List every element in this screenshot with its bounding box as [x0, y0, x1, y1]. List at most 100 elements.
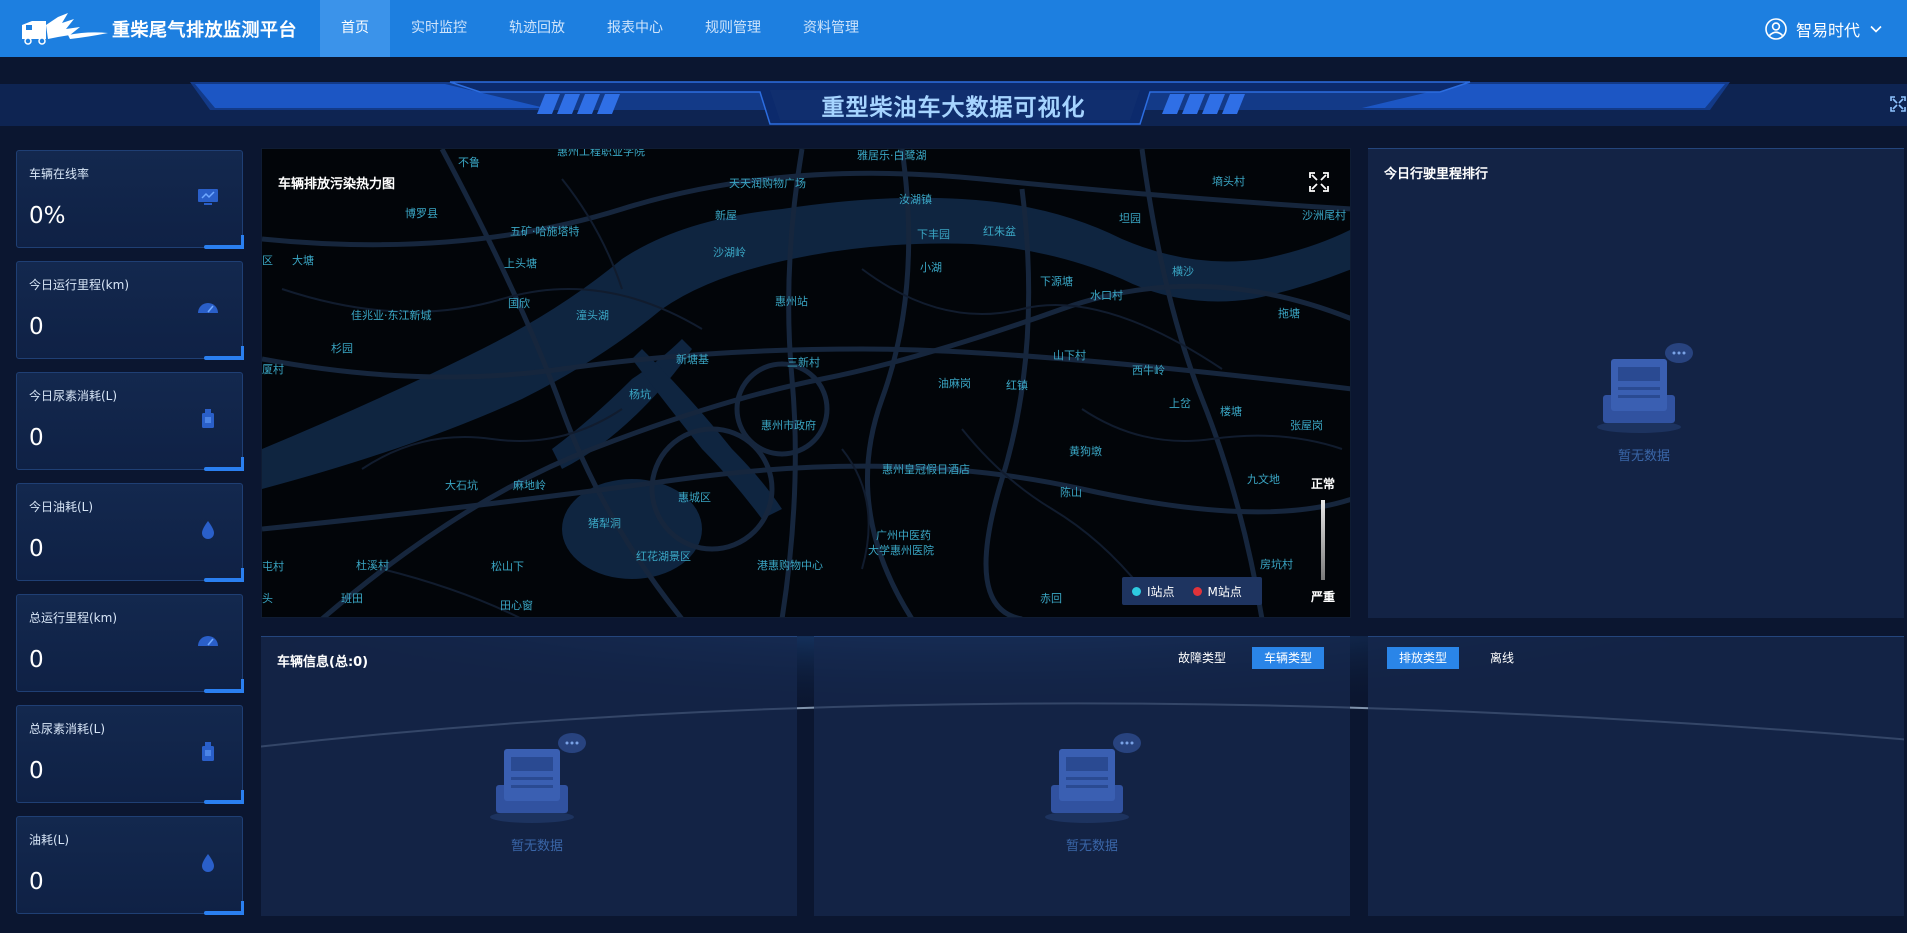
no-data-icon [1597, 343, 1693, 433]
map-place-label: 新塘基 [676, 353, 709, 366]
map-place-label: 广州中医药 [876, 529, 931, 542]
urea-canister-icon [202, 409, 214, 428]
top-navigation-bar: 重柴尾气排放监测平台 首页 实时监控 轨迹回放 报表中心 规则管理 资料管理 智… [0, 0, 1907, 57]
nav-report-center[interactable]: 报表中心 [586, 0, 684, 57]
tab-emission-type[interactable]: 排放类型 [1387, 647, 1460, 669]
map-place-label: 天天润购物广场 [729, 177, 806, 190]
stat-label: 今日尿素消耗(L) [29, 389, 118, 403]
map-place-label: 墒头村 [1212, 175, 1245, 188]
map-place-label: 房坑村 [1260, 558, 1293, 571]
tab-offline[interactable]: 离线 [1478, 647, 1526, 669]
speedometer-icon [198, 303, 218, 313]
stat-label: 总运行里程(km) [29, 611, 118, 625]
map-place-label: 楼塘 [1220, 405, 1242, 418]
nav-rule-management[interactable]: 规则管理 [684, 0, 782, 57]
stat-value: 0 [29, 314, 44, 340]
stat-card-total-urea: 总尿素消耗(L) 0 [16, 705, 244, 804]
map-place-label: 屯村 [262, 560, 284, 573]
map-place-label: 小湖 [920, 261, 942, 274]
nav-data-management[interactable]: 资料管理 [782, 0, 880, 57]
map-place-label: 惠州站 [775, 295, 808, 308]
empty-text: 暂无数据 [1617, 449, 1670, 464]
map-place-label: 坦园 [1119, 212, 1141, 225]
map-place-label: 厦村 [262, 363, 284, 376]
map-place-label: 红镇 [1006, 379, 1028, 392]
stat-value: 0 [29, 647, 44, 673]
map-place-label: 九文地 [1247, 473, 1280, 486]
speedometer-icon [198, 636, 218, 646]
i-station-dot [1132, 586, 1141, 596]
stat-value: 0% [29, 203, 66, 229]
no-data-icon [490, 733, 586, 823]
map-place-label: 红花湖景区 [636, 550, 691, 563]
map-place-label: 松山下 [491, 560, 524, 573]
pollution-scale-legend: 正常 严重 [1308, 475, 1338, 605]
stat-card-today-urea: 今日尿素消耗(L) 0 [16, 372, 244, 471]
map-place-label: 惠州皇冠假日酒店 [882, 463, 970, 476]
main-nav: 首页 实时监控 轨迹回放 报表中心 规则管理 资料管理 [320, 0, 880, 57]
stat-label: 总尿素消耗(L) [29, 722, 106, 736]
map-place-label: 杨坑 [629, 388, 651, 401]
station-legend: I站点 M站点 [1122, 577, 1262, 605]
map-place-label: 沙湖岭 [713, 246, 746, 259]
map-place-label: 港惠购物中心 [757, 559, 823, 572]
fullscreen-icon[interactable] [1889, 95, 1907, 113]
map-place-label: 下丰园 [917, 228, 950, 241]
stat-label: 今日油耗(L) [29, 500, 94, 514]
expand-icon[interactable] [1308, 171, 1330, 193]
map-place-label: 班田 [341, 592, 363, 605]
empty-text: 暂无数据 [1065, 839, 1118, 854]
stat-label: 车辆在线率 [29, 167, 90, 181]
heatmap-map[interactable]: 车辆排放污染热力图 惠州工程职业学院 不鲁 雅居乐·白鹭湖 天天润购物广场 墒头… [261, 148, 1351, 618]
map-place-label: 博罗县 [405, 207, 438, 220]
map-place-label: 上头塘 [504, 257, 537, 270]
stat-value: 0 [29, 869, 44, 895]
m-station-label[interactable]: M站点 [1208, 583, 1242, 600]
map-place-label: 汝湖镇 [899, 193, 932, 206]
brand[interactable]: 重柴尾气排放监测平台 [0, 11, 320, 47]
map-place-label: 山下村 [1053, 349, 1086, 362]
vehicle-info-title: 车辆信息(总:0) [277, 655, 369, 670]
vehicle-info-panel: 车辆信息(总:0) 暂无数据 [261, 636, 797, 916]
emission-type-panel: 排放类型 离线 [1368, 636, 1904, 916]
i-station-label[interactable]: I站点 [1147, 583, 1175, 600]
tab-vehicle-type[interactable]: 车辆类型 [1252, 647, 1325, 669]
brand-name: 重柴尾气排放监测平台 [112, 19, 297, 41]
map-place-label: 沙洲尾村 [1302, 209, 1346, 222]
tab-fault-type[interactable]: 故障类型 [1166, 647, 1238, 669]
map-place-label: 雅居乐·白鹭湖 [857, 149, 927, 162]
map-place-label: 西牛岭 [1132, 364, 1165, 377]
stat-card-online-rate: 车辆在线率 0% [16, 150, 244, 249]
map-place-label: 区 [262, 254, 273, 267]
nav-home[interactable]: 首页 [320, 0, 390, 57]
map-place-label: 赤回 [1040, 592, 1062, 605]
map-place-label: 五矿·哈施塔特 [510, 225, 580, 238]
ranking-empty-state: 暂无数据 [1584, 339, 1704, 464]
map-place-label: 红朱盆 [983, 225, 1016, 238]
stat-card-total-mileage: 总运行里程(km) 0 [16, 594, 244, 693]
user-avatar-icon [1765, 17, 1787, 40]
monitor-icon [198, 189, 218, 205]
stat-label: 油耗(L) [29, 833, 70, 847]
map-place-label: 下源塘 [1040, 275, 1073, 288]
stat-value: 0 [29, 425, 44, 451]
truck-logo-icon [22, 12, 108, 45]
mileage-ranking-panel: 今日行驶里程排行 暂无数据 [1368, 148, 1904, 618]
map-place-label: 杉园 [331, 342, 353, 355]
stat-value: 0 [29, 536, 44, 562]
nav-track-playback[interactable]: 轨迹回放 [488, 0, 586, 57]
vehicle-empty-state: 暂无数据 [477, 729, 597, 854]
map-place-label: 大石坑 [445, 479, 478, 492]
chevron-down-icon [1870, 25, 1882, 33]
map-place-label: 头 [262, 592, 273, 605]
map-place-label: 拖塘 [1278, 307, 1300, 320]
fault-type-panel: 故障类型 车辆类型 暂无数据 [814, 636, 1350, 916]
urea-canister-icon [202, 742, 214, 761]
map-place-label: 三新村 [787, 356, 820, 369]
map-place-label: 惠州市政府 [761, 419, 816, 432]
user-menu[interactable]: 智易时代 [1765, 0, 1883, 57]
map-place-label: 新屋 [715, 209, 737, 222]
nav-realtime-monitor[interactable]: 实时监控 [390, 0, 488, 57]
map-place-label: 黄狗墩 [1069, 445, 1102, 458]
map-place-label: 大塘 [292, 254, 314, 267]
